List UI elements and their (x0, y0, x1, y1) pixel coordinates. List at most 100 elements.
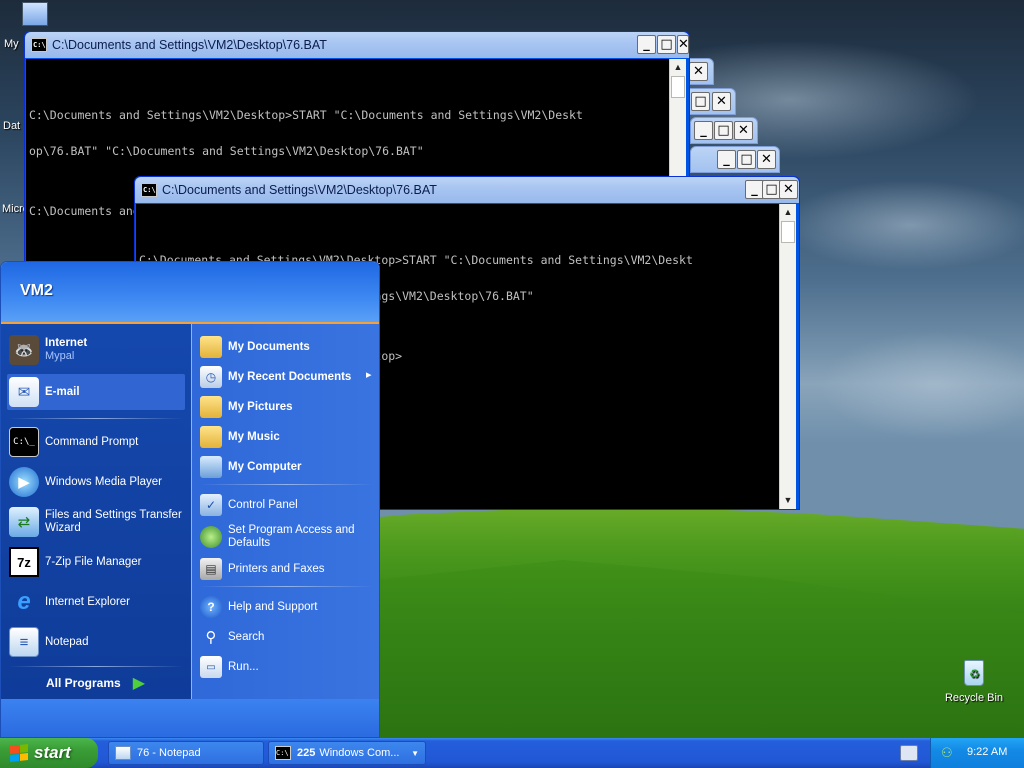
right-item-label: Set Program Access and Defaults (228, 524, 355, 549)
computer-icon (200, 456, 222, 478)
cloud (820, 330, 1024, 440)
command-prompt-icon: C:\_ (9, 427, 39, 457)
media-player-icon: ▶ (9, 467, 39, 497)
start-button[interactable]: start (0, 738, 98, 768)
right-item-search[interactable]: ⚲ Search (200, 624, 376, 650)
pinned-item-subtitle: Mypal (45, 350, 75, 362)
command-prompt-icon: C:\ (275, 746, 291, 760)
close-button[interactable]: ✕ (689, 62, 708, 81)
maximize-button[interactable]: □ (657, 35, 676, 54)
maximize-button[interactable]: □ (714, 121, 733, 140)
maximize-button[interactable]: □ (691, 92, 710, 111)
program-internet-explorer[interactable]: e Internet Explorer (9, 584, 185, 620)
right-item-my-recent-documents[interactable]: ◷ My Recent Documents ▸ (200, 364, 376, 390)
right-item-my-computer[interactable]: My Computer (200, 454, 376, 480)
printer-icon: ▤ (200, 558, 222, 580)
start-menu-left-pane: 🦝 Internet Mypal ✉ E-mail C:\_ Command P… (1, 324, 191, 699)
system-tray: ⚇ 9:22 AM (930, 738, 1024, 768)
right-item-help-support[interactable]: ? Help and Support (200, 594, 376, 620)
control-panel-icon: ✓ (200, 494, 222, 516)
right-item-program-access[interactable]: Set Program Access and Defaults (200, 522, 376, 552)
right-item-control-panel[interactable]: ✓ Control Panel (200, 492, 376, 518)
program-label: Files and Settings Transfer Wizard (45, 509, 182, 534)
search-icon: ⚲ (205, 629, 217, 646)
start-menu-header: VM2 (1, 262, 379, 324)
program-notepad[interactable]: ≡ Notepad (9, 624, 185, 660)
scroll-up-arrow-icon[interactable]: ▲ (780, 204, 796, 221)
right-item-printers-faxes[interactable]: ▤ Printers and Faxes (200, 556, 376, 582)
email-envelope-icon: ✉ (9, 377, 39, 407)
taskbar-button-command-group[interactable]: C:\ 225 Windows Com... ▼ (268, 741, 426, 765)
folder-pictures-icon (200, 396, 222, 418)
program-7zip[interactable]: 7z 7-Zip File Manager (9, 544, 185, 580)
console-icon: C:\ (141, 183, 157, 197)
program-transfer-wizard[interactable]: ⇄ Files and Settings Transfer Wizard (9, 504, 185, 540)
pinned-item-internet[interactable]: 🦝 Internet Mypal (9, 332, 185, 368)
minimize-button[interactable]: _ (637, 35, 656, 54)
keyboard-icon[interactable] (900, 745, 918, 761)
pinned-item-text: Internet Mypal (45, 337, 87, 363)
close-button[interactable]: ✕ (677, 35, 689, 54)
pinned-item-text: E-mail (45, 386, 80, 399)
7zip-icon: 7z (9, 547, 39, 577)
close-button[interactable]: ✕ (757, 150, 776, 169)
title-bar[interactable]: C:\ C:\Documents and Settings\VM2\Deskto… (25, 32, 689, 58)
menu-separator (9, 666, 183, 667)
program-windows-media-player[interactable]: ▶ Windows Media Player (9, 464, 185, 500)
console-line: C:\Documents and Settings\VM2\Desktop>ST… (29, 108, 583, 122)
scroll-down-arrow-icon[interactable]: ▼ (780, 492, 796, 509)
help-icon: ? (200, 596, 222, 618)
program-label: Command Prompt (45, 435, 139, 448)
desktop-icon-data[interactable]: Dat (3, 120, 20, 132)
network-icon[interactable]: ⚇ (941, 745, 959, 761)
minimize-button[interactable]: _ (717, 150, 736, 169)
my-documents-icon (22, 2, 48, 26)
scroll-thumb[interactable] (671, 76, 685, 98)
pinned-item-title: E-mail (45, 385, 80, 398)
title-bar[interactable]: C:\ C:\Documents and Settings\VM2\Deskto… (135, 177, 799, 203)
right-item-label: My Documents (228, 340, 310, 353)
right-item-label: My Pictures (228, 400, 293, 413)
pinned-item-email[interactable]: ✉ E-mail (7, 374, 185, 410)
submenu-arrow-icon: ▸ (366, 369, 372, 381)
recent-documents-icon: ◷ (200, 366, 222, 388)
right-item-label: Control Panel (228, 498, 298, 511)
minimize-button[interactable]: _ (694, 121, 713, 140)
folder-documents-icon (200, 336, 222, 358)
right-item-my-music[interactable]: My Music (200, 424, 376, 450)
all-programs-label: All Programs (46, 675, 121, 690)
taskbar: start 76 - Notepad C:\ 225 Windows Com..… (0, 738, 1024, 768)
maximize-button[interactable]: □ (737, 150, 756, 169)
menu-separator (200, 484, 374, 485)
run-icon: ▭ (200, 656, 222, 678)
start-menu-footer (1, 699, 379, 737)
clock[interactable]: 9:22 AM (967, 746, 1007, 758)
vertical-scrollbar[interactable]: ▲ ▼ (779, 204, 796, 509)
scroll-thumb[interactable] (781, 221, 795, 243)
start-label: start (34, 743, 71, 762)
taskbar-button-notepad[interactable]: 76 - Notepad (108, 741, 264, 765)
close-button[interactable]: ✕ (734, 121, 753, 140)
right-item-my-documents[interactable]: My Documents (200, 334, 376, 360)
program-command-prompt[interactable]: C:\_ Command Prompt (9, 424, 185, 460)
right-item-run[interactable]: ▭ Run... (200, 654, 376, 680)
transfer-wizard-icon: ⇄ (9, 507, 39, 537)
scroll-up-arrow-icon[interactable]: ▲ (670, 59, 686, 76)
taskbar-button-label: Windows Com... (319, 747, 400, 759)
start-menu: VM2 🦝 Internet Mypal ✉ E-mail C:\_ Comma… (0, 261, 380, 738)
desktop-icon-my[interactable]: My (4, 2, 48, 50)
pinned-item-title: Internet (45, 337, 88, 349)
console-icon: C:\ (31, 38, 47, 52)
program-label: Notepad (45, 635, 89, 648)
stacked-console-window[interactable]: _ □ ✕ (690, 146, 780, 173)
desktop-icon-recycle-bin[interactable]: ♻ Recycle Bin (944, 656, 1004, 704)
stacked-console-window[interactable]: _ □ ✕ (690, 117, 758, 144)
program-access-icon (200, 526, 222, 548)
close-button[interactable]: ✕ (712, 92, 731, 111)
right-item-my-pictures[interactable]: My Pictures (200, 394, 376, 420)
all-programs-button[interactable]: All Programs ▶ (46, 672, 166, 694)
console-line: op\76.BAT" "C:\Documents and Settings\VM… (29, 144, 424, 158)
right-item-label: My Recent Documents (228, 370, 352, 383)
close-button[interactable]: ✕ (779, 180, 798, 199)
desktop-icon-label: My (4, 38, 19, 50)
